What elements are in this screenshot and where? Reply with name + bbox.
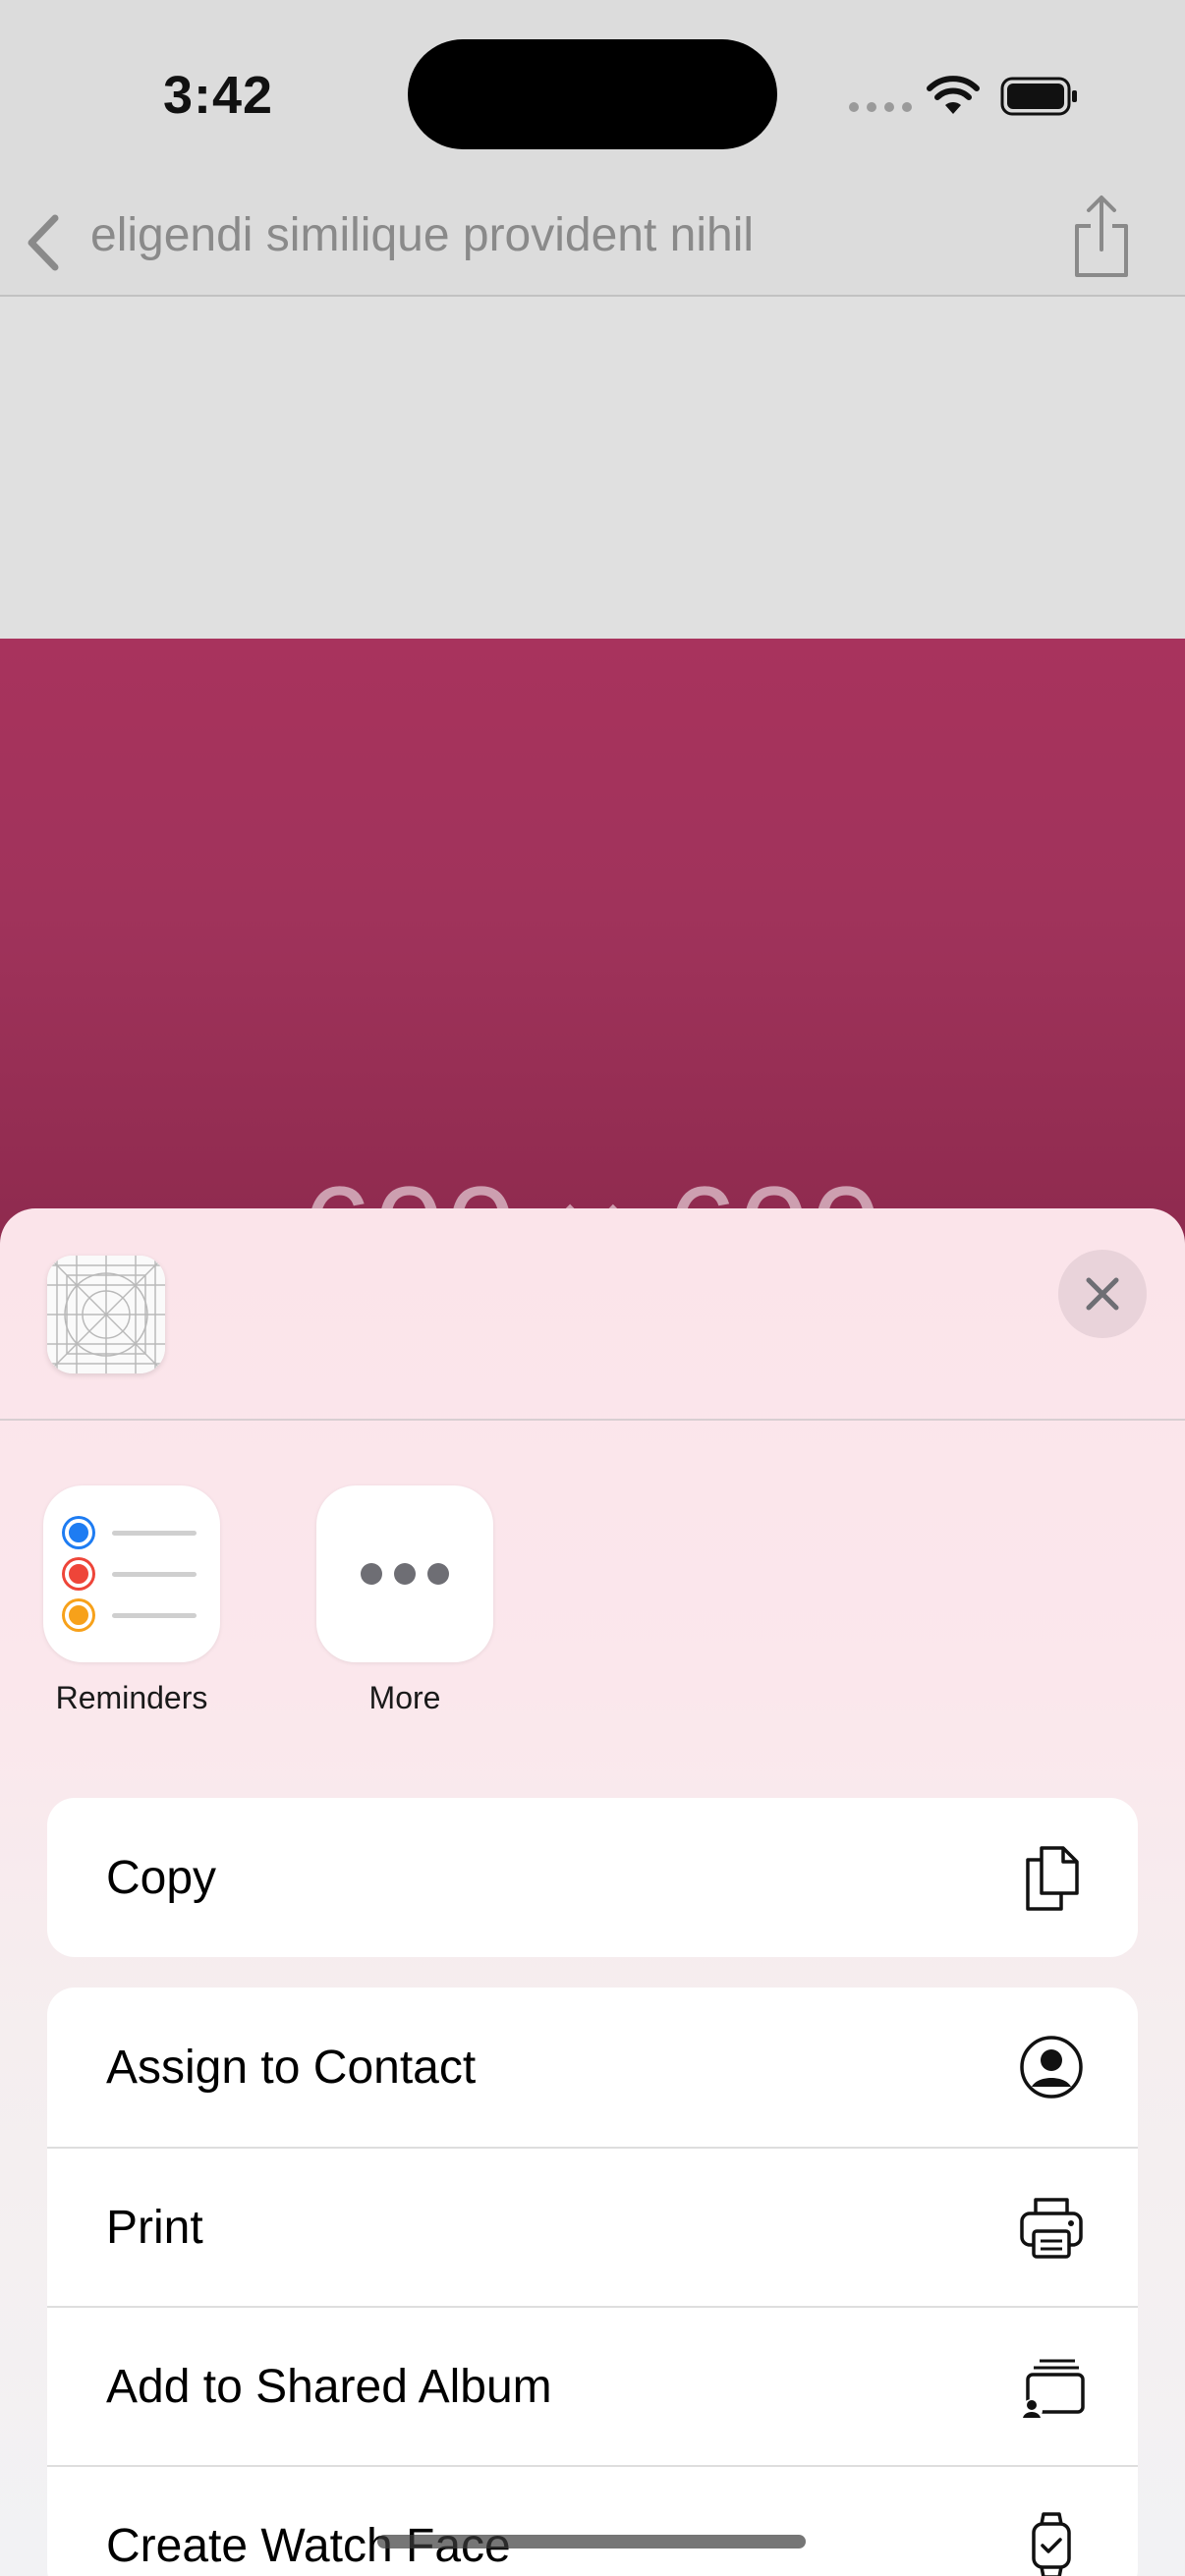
action-add-to-shared-album[interactable]: Add to Shared Album bbox=[47, 2306, 1138, 2465]
status-time: 3:42 bbox=[163, 66, 274, 125]
reminders-icon bbox=[43, 1485, 220, 1662]
status-bar: 3:42 bbox=[0, 0, 1185, 187]
share-icon[interactable] bbox=[1069, 193, 1134, 281]
action-group-secondary: Assign to Contact Print Add to Shared Al… bbox=[47, 1988, 1138, 2576]
back-chevron-icon[interactable] bbox=[22, 212, 65, 273]
wifi-icon bbox=[927, 76, 980, 114]
share-sheet: Reminders More Copy Assign to Contact Pr… bbox=[0, 1208, 1185, 2576]
more-icon bbox=[316, 1485, 493, 1662]
share-apps-row: Reminders More bbox=[0, 1485, 1185, 1741]
action-copy[interactable]: Copy bbox=[47, 1798, 1138, 1957]
app-more[interactable]: More bbox=[316, 1485, 493, 1716]
preview-thumbnail bbox=[47, 1256, 165, 1373]
content-area bbox=[0, 297, 1185, 639]
action-assign-to-contact[interactable]: Assign to Contact bbox=[47, 1988, 1138, 2147]
printer-icon bbox=[1020, 2198, 1083, 2259]
app-reminders[interactable]: Reminders bbox=[43, 1485, 220, 1716]
app-icon-grid-icon bbox=[47, 1256, 165, 1373]
watch-icon bbox=[1032, 2512, 1071, 2576]
contact-icon bbox=[1020, 2036, 1083, 2099]
action-print[interactable]: Print bbox=[47, 2147, 1138, 2306]
close-icon bbox=[1086, 1277, 1119, 1311]
action-create-watch-face[interactable]: Create Watch Face bbox=[47, 2465, 1138, 2576]
navigation-bar: eligendi similique provident nihil bbox=[0, 187, 1185, 297]
action-label: Copy bbox=[106, 1851, 217, 1904]
close-button[interactable] bbox=[1058, 1250, 1147, 1338]
action-label: Add to Shared Album bbox=[106, 2360, 552, 2413]
shared-album-icon bbox=[1021, 2359, 1085, 2421]
share-sheet-header bbox=[0, 1208, 1185, 1421]
cellular-signal-icon bbox=[849, 102, 912, 112]
dynamic-island bbox=[408, 39, 777, 149]
page-title: eligendi similique provident nihil bbox=[90, 209, 755, 261]
action-label: Print bbox=[106, 2201, 203, 2254]
action-group-primary: Copy bbox=[47, 1798, 1138, 1957]
action-label: Assign to Contact bbox=[106, 2041, 477, 2094]
placeholder-image: 600 × 600 bbox=[0, 639, 1185, 1248]
copy-icon bbox=[1026, 1846, 1079, 1911]
app-label: Reminders bbox=[55, 1680, 208, 1715]
screen: 3:42 eligendi similique provident nihil bbox=[0, 0, 1185, 2576]
app-label: More bbox=[368, 1680, 441, 1715]
battery-icon bbox=[1000, 77, 1077, 116]
home-indicator[interactable] bbox=[377, 2535, 806, 2548]
